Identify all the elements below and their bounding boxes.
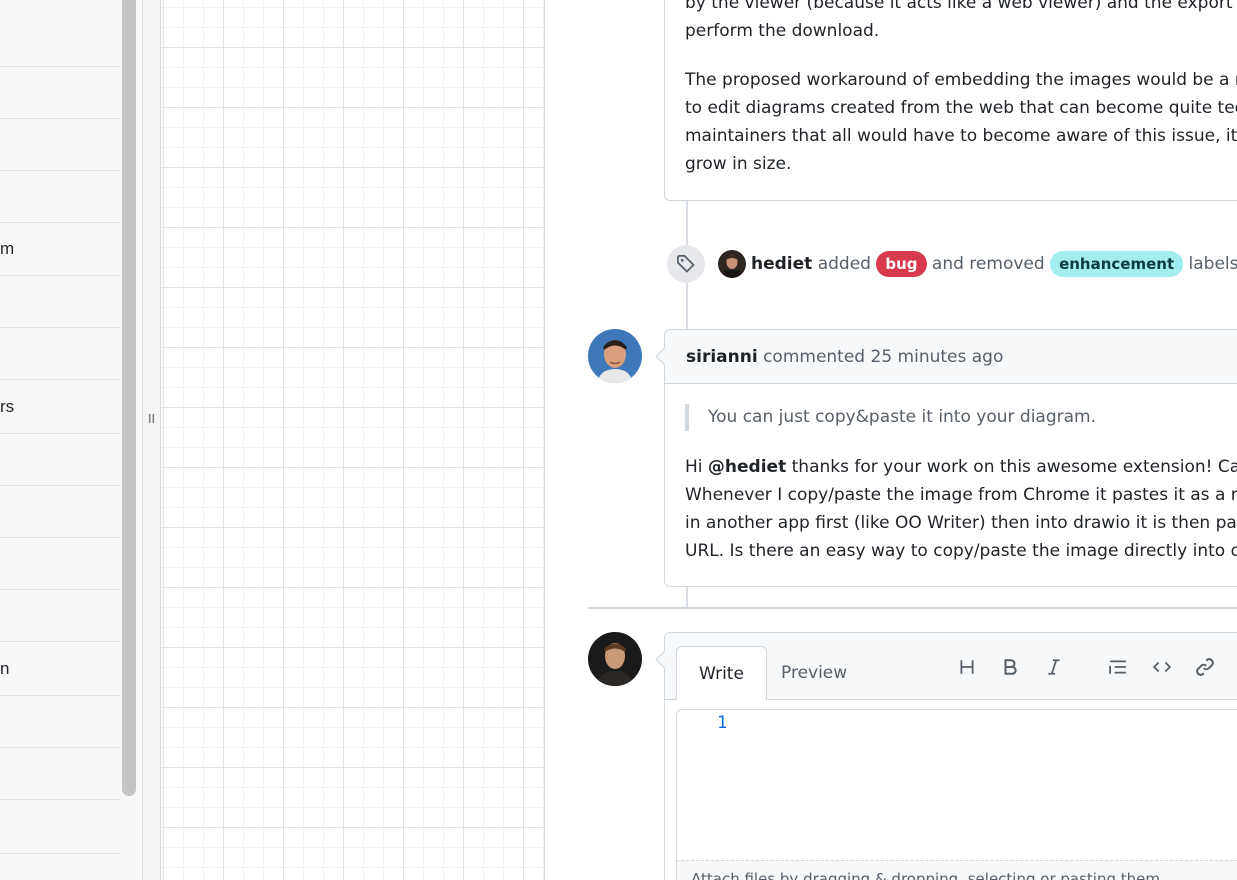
sidebar-item-label: m [0, 239, 15, 258]
bold-icon[interactable] [998, 655, 1022, 679]
comment-timestamp[interactable]: commented 25 minutes ago [763, 347, 1003, 367]
sidebar-item[interactable] [0, 171, 120, 223]
event-suffix-text: labels or [1188, 254, 1237, 274]
label-bug[interactable]: bug [876, 251, 927, 277]
blockquote-bar [685, 404, 689, 431]
sidebar-item[interactable] [0, 590, 120, 642]
mention-link[interactable]: @hediet [708, 457, 786, 477]
tag-icon [667, 245, 705, 283]
sidebar-item[interactable] [0, 696, 120, 748]
heading-icon[interactable] [955, 655, 979, 679]
avatar[interactable] [588, 329, 642, 383]
timeline-separator [588, 607, 1237, 609]
issue-panel: by the viewer (because it acts like a we… [544, 0, 1237, 880]
event-added-text: added [817, 254, 871, 274]
comment-text-line: to edit diagrams created from the web th… [685, 98, 1237, 118]
tab-write[interactable]: Write [676, 646, 767, 700]
code-icon[interactable] [1150, 655, 1174, 679]
italic-icon[interactable] [1042, 655, 1066, 679]
sidebar-item[interactable] [0, 328, 120, 380]
greeting: Hi [685, 457, 708, 477]
comment-body-line: in another app first (like OO Writer) th… [685, 513, 1237, 533]
sidebar-item[interactable] [0, 538, 120, 590]
attach-files-bar[interactable]: Attach files by dragging & dropping, sel… [676, 860, 1237, 880]
sidebar-item[interactable] [0, 800, 120, 854]
comment-text-line: The proposed workaround of embedding the… [685, 70, 1237, 90]
sidebar-item[interactable] [0, 67, 120, 119]
sidebar-item[interactable] [0, 0, 120, 67]
event-user-link[interactable]: hediet [751, 254, 812, 274]
comment-text-line: by the viewer (because it acts like a we… [685, 0, 1237, 13]
comment-text-line: grow in size. [685, 154, 792, 174]
sidebar-item-label: n [0, 659, 10, 678]
sidebar-splitter[interactable] [143, 0, 161, 880]
blockquote-text: You can just copy&paste it into your dia… [708, 407, 1097, 427]
comment-body-line: URL. Is there an easy way to copy/paste … [685, 541, 1237, 561]
sidebar-item[interactable] [0, 486, 120, 538]
comment-body-text: thanks for your work on this awesome ext… [786, 457, 1237, 477]
diagram-canvas[interactable] [161, 0, 544, 880]
comment-body-line: Hi @hediet thanks for your work on this … [685, 453, 1237, 481]
label-enhancement[interactable]: enhancement [1050, 251, 1184, 277]
comment-author-link[interactable]: sirianni [686, 347, 758, 367]
comment-header-text: sirianni commented 25 minutes ago [686, 343, 1003, 371]
sidebar-scrollbar[interactable] [122, 0, 136, 796]
sidebar-item[interactable]: rs [0, 380, 120, 434]
sidebar-item[interactable] [0, 434, 120, 486]
tab-preview[interactable]: Preview [781, 659, 847, 687]
avatar[interactable] [588, 632, 642, 686]
comment-body-line: Whenever I copy/paste the image from Chr… [685, 485, 1237, 505]
sidebar-item[interactable] [0, 119, 120, 171]
comment-textarea[interactable] [676, 709, 1237, 861]
line-number: 1 [717, 713, 728, 733]
attach-files-hint: Attach files by dragging & dropping, sel… [691, 870, 1165, 880]
comment-text-line: maintainers that all would have to becom… [685, 126, 1237, 146]
sidebar-item[interactable] [0, 276, 120, 328]
event-removed-text: and removed [931, 254, 1045, 274]
sidebar-item-label: rs [0, 397, 15, 416]
splitter-grip-icon[interactable]: II [148, 412, 155, 426]
sidebar-item[interactable]: m [0, 223, 120, 276]
avatar[interactable] [718, 250, 746, 278]
comment-text-line: perform the download. [685, 21, 880, 41]
sidebar-item[interactable] [0, 748, 120, 800]
sidebar-item[interactable]: n [0, 642, 120, 696]
shape-sidebar: m rs n [0, 0, 143, 880]
link-icon[interactable] [1193, 655, 1217, 679]
list-icon[interactable] [1106, 655, 1130, 679]
label-event: hediet added bug and removed enhancement… [751, 250, 1237, 278]
